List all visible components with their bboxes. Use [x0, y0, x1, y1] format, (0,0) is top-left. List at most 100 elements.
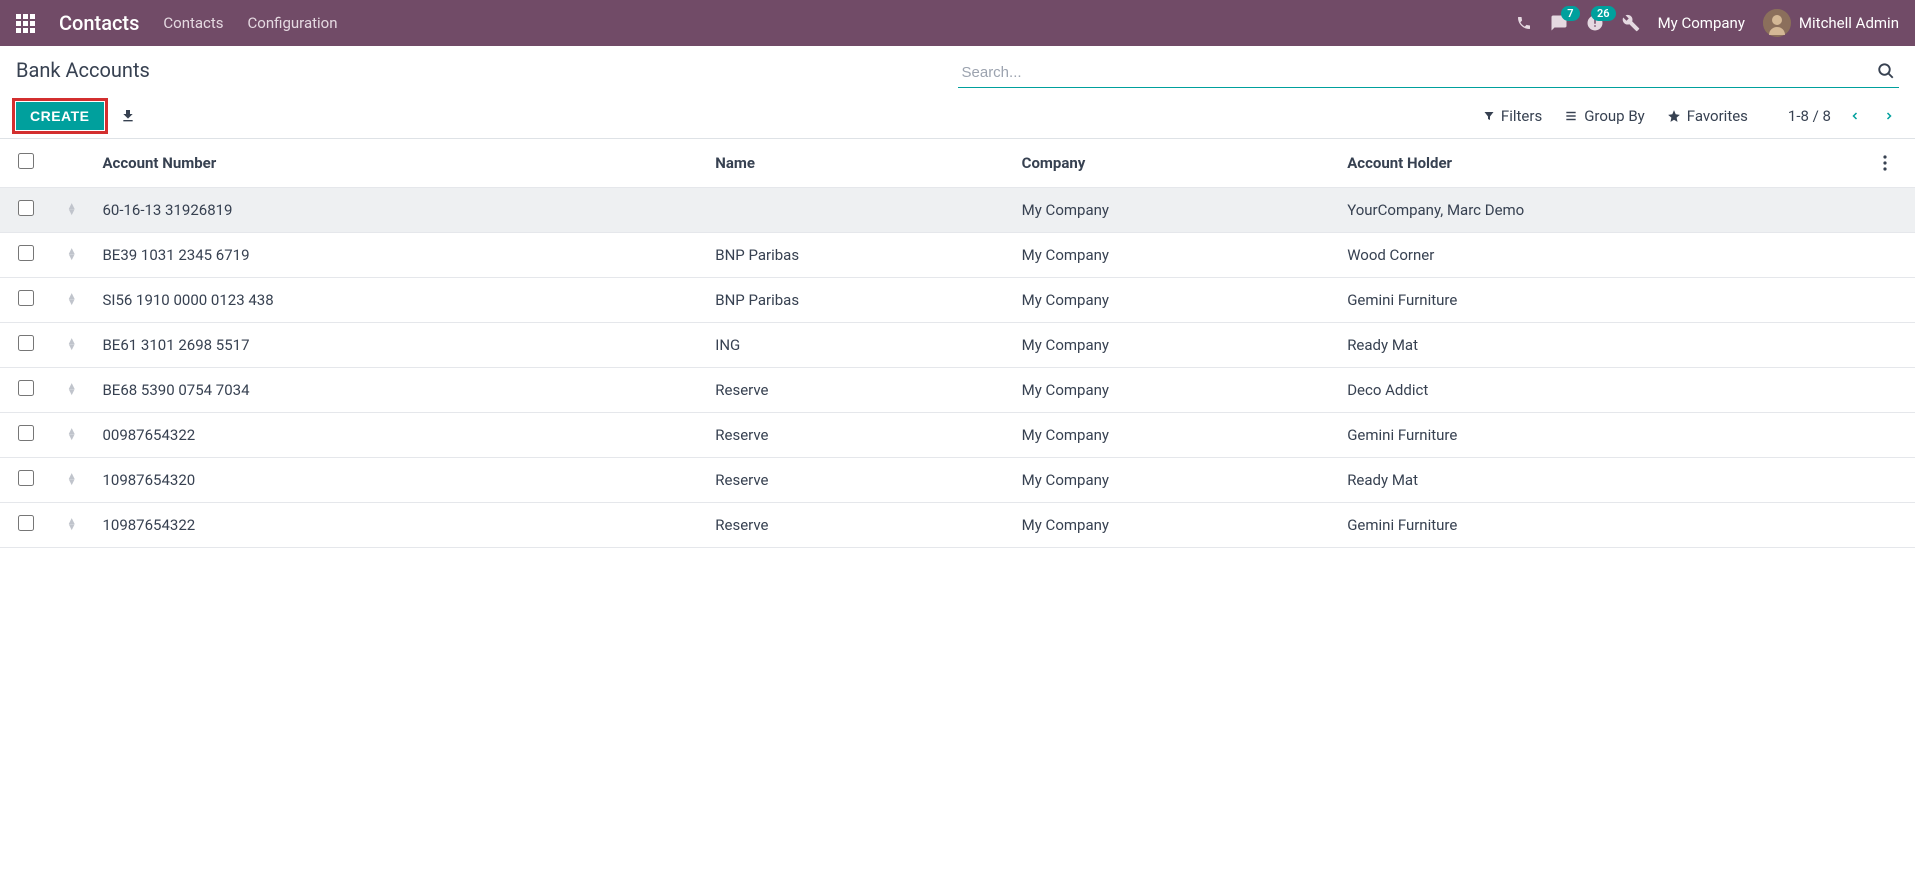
avatar [1763, 9, 1791, 37]
apps-icon[interactable] [16, 14, 35, 33]
row-checkbox-cell [0, 278, 51, 323]
header-account-holder[interactable]: Account Holder [1337, 139, 1873, 188]
header-drag-col [51, 139, 93, 188]
cell-account_holder: Gemini Furniture [1337, 503, 1873, 548]
table-row[interactable]: ▲▼60-16-13 31926819My CompanyYourCompany… [0, 188, 1915, 233]
row-checkbox[interactable] [18, 200, 34, 216]
messaging-icon[interactable]: 7 [1550, 14, 1568, 32]
row-checkbox[interactable] [18, 290, 34, 306]
drag-handle-icon[interactable]: ▲▼ [61, 384, 83, 396]
cell-account_holder: Wood Corner [1337, 233, 1873, 278]
export-icon[interactable] [116, 104, 140, 128]
row-drag-cell: ▲▼ [51, 503, 93, 548]
search-icon[interactable] [1877, 62, 1895, 80]
drag-handle-icon[interactable]: ▲▼ [61, 249, 83, 261]
messaging-badge: 7 [1561, 6, 1579, 21]
row-checkbox[interactable] [18, 380, 34, 396]
cell-company: My Company [1012, 458, 1338, 503]
list-icon [1564, 109, 1578, 123]
groupby-dropdown[interactable]: Group By [1564, 107, 1645, 125]
page-title: Bank Accounts [16, 58, 150, 82]
row-checkbox[interactable] [18, 470, 34, 486]
table-row[interactable]: ▲▼10987654320ReserveMy CompanyReady Mat [0, 458, 1915, 503]
row-checkbox-cell [0, 368, 51, 413]
row-checkbox[interactable] [18, 515, 34, 531]
cell-account_number: SI56 1910 0000 0123 438 [92, 278, 705, 323]
search-input[interactable] [958, 58, 1900, 88]
cell-name: Reserve [705, 368, 1011, 413]
drag-handle-icon[interactable]: ▲▼ [61, 474, 83, 486]
cell-company: My Company [1012, 323, 1338, 368]
table-row[interactable]: ▲▼BE68 5390 0754 7034ReserveMy CompanyDe… [0, 368, 1915, 413]
cell-account_holder: Deco Addict [1337, 368, 1873, 413]
table-wrap: Account Number Name Company Account Hold… [0, 139, 1915, 548]
cell-company: My Company [1012, 503, 1338, 548]
header-account-number[interactable]: Account Number [92, 139, 705, 188]
cell-account_number: BE61 3101 2698 5517 [92, 323, 705, 368]
cell-account_number: 10987654322 [92, 503, 705, 548]
row-drag-cell: ▲▼ [51, 323, 93, 368]
favorites-dropdown[interactable]: Favorites [1667, 107, 1748, 125]
row-menu-cell [1873, 188, 1915, 233]
bank-accounts-table: Account Number Name Company Account Hold… [0, 139, 1915, 548]
row-drag-cell: ▲▼ [51, 233, 93, 278]
funnel-icon [1483, 110, 1495, 122]
header-checkbox-col [0, 139, 51, 188]
drag-handle-icon[interactable]: ▲▼ [61, 294, 83, 306]
row-checkbox-cell [0, 503, 51, 548]
row-checkbox[interactable] [18, 335, 34, 351]
row-menu-cell [1873, 323, 1915, 368]
table-header-row: Account Number Name Company Account Hold… [0, 139, 1915, 188]
pager-prev[interactable] [1845, 105, 1865, 127]
row-menu-cell [1873, 458, 1915, 503]
debug-icon[interactable] [1622, 14, 1640, 32]
header-name[interactable]: Name [705, 139, 1011, 188]
create-button[interactable]: CREATE [16, 102, 104, 130]
pager-text[interactable]: 1-8 / 8 [1788, 107, 1831, 125]
cell-account_number: 60-16-13 31926819 [92, 188, 705, 233]
nav-link-configuration[interactable]: Configuration [248, 14, 338, 32]
table-row[interactable]: ▲▼ 00987654322ReserveMy CompanyGemini Fur… [0, 413, 1915, 458]
select-all-checkbox[interactable] [18, 153, 34, 169]
drag-handle-icon[interactable]: ▲▼ [61, 519, 83, 531]
company-switcher[interactable]: My Company [1658, 14, 1745, 32]
filters-dropdown[interactable]: Filters [1483, 107, 1542, 125]
table-row[interactable]: ▲▼10987654322ReserveMy CompanyGemini Fur… [0, 503, 1915, 548]
navbar-left: Contacts Contacts Configuration [16, 11, 338, 35]
row-checkbox[interactable] [18, 245, 34, 261]
columns-menu-icon[interactable] [1883, 155, 1901, 171]
row-drag-cell: ▲▼ [51, 458, 93, 503]
row-checkbox[interactable] [18, 425, 34, 441]
control-panel-row2: CREATE Filters Group By Favorites 1-8 / … [16, 102, 1899, 130]
cell-name [705, 188, 1011, 233]
control-panel: Bank Accounts CREATE Filters Group By [0, 46, 1915, 139]
user-menu[interactable]: Mitchell Admin [1763, 9, 1899, 37]
drag-handle-icon[interactable]: ▲▼ [61, 204, 83, 216]
table-row[interactable]: ▲▼SI56 1910 0000 0123 438BNP ParibasMy C… [0, 278, 1915, 323]
cell-company: My Company [1012, 413, 1338, 458]
drag-handle-icon[interactable]: ▲▼ [61, 339, 83, 351]
cell-account_holder: Gemini Furniture [1337, 278, 1873, 323]
username: Mitchell Admin [1799, 14, 1899, 32]
cell-account_number: 00987654322 [92, 413, 705, 458]
table-row[interactable]: ▲▼BE39 1031 2345 6719BNP ParibasMy Compa… [0, 233, 1915, 278]
phone-icon[interactable] [1516, 15, 1532, 31]
table-row[interactable]: ▲▼BE61 3101 2698 5517INGMy CompanyReady … [0, 323, 1915, 368]
cell-account_holder: Gemini Furniture [1337, 413, 1873, 458]
row-menu-cell [1873, 233, 1915, 278]
row-checkbox-cell [0, 323, 51, 368]
cell-name: BNP Paribas [705, 278, 1011, 323]
cp-mid: Filters Group By Favorites [1483, 107, 1748, 125]
pager-next[interactable] [1879, 105, 1899, 127]
header-company[interactable]: Company [1012, 139, 1338, 188]
drag-handle-icon[interactable]: ▲▼ [61, 429, 83, 441]
activities-icon[interactable]: 26 [1586, 14, 1604, 32]
cell-account_number: BE39 1031 2345 6719 [92, 233, 705, 278]
row-checkbox-cell [0, 413, 51, 458]
groupby-label: Group By [1584, 107, 1645, 125]
nav-link-contacts[interactable]: Contacts [163, 14, 223, 32]
app-brand[interactable]: Contacts [59, 11, 139, 35]
cell-name: Reserve [705, 413, 1011, 458]
search-wrap [958, 58, 1900, 88]
cell-company: My Company [1012, 188, 1338, 233]
